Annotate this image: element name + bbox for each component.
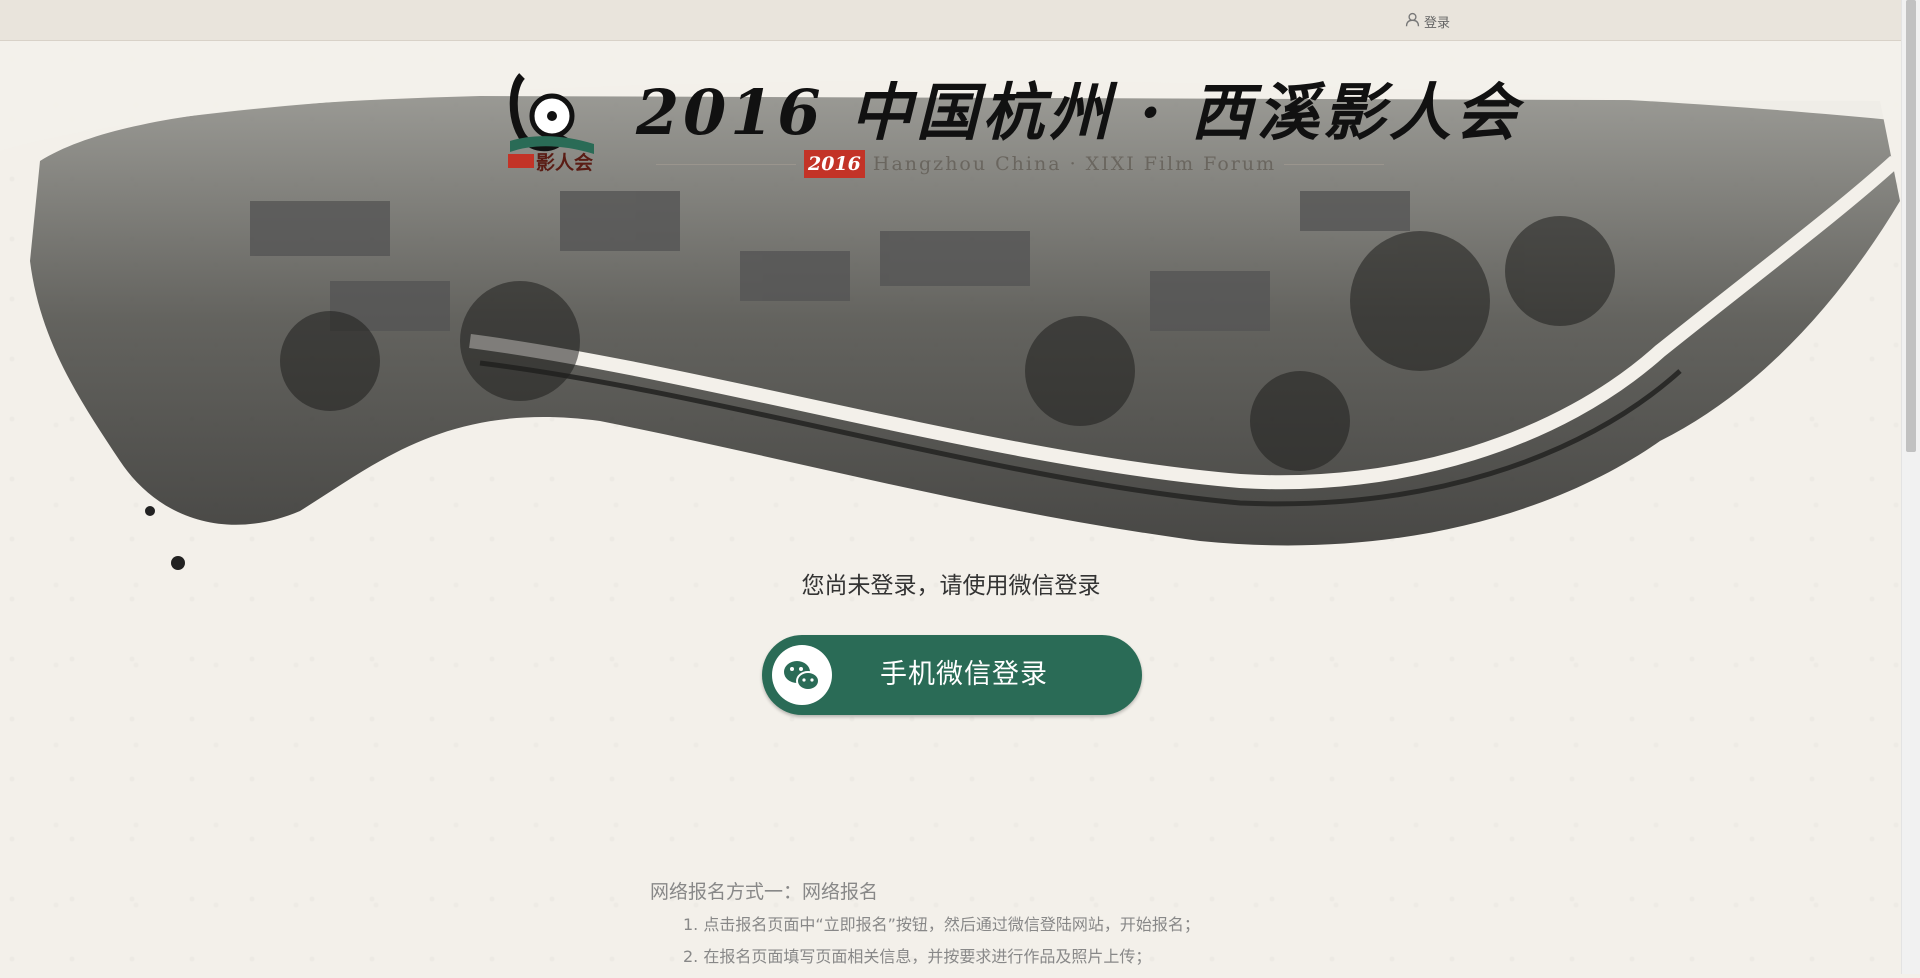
logo-caption: 影人会 <box>536 152 594 174</box>
year-stamp: 2016 <box>804 150 865 178</box>
login-notice: 您尚未登录，请使用微信登录 <box>801 573 1101 599</box>
registration-section-title: 网络报名方式一：网络报名 <box>650 881 879 903</box>
list-item: 2. 在报名页面填写页面相关信息，并按要求进行作品及照片上传； <box>683 947 1152 966</box>
vertical-scrollbar[interactable] <box>1901 0 1920 974</box>
english-subtitle: Hangzhou China · XIXI Film Forum <box>872 153 1277 175</box>
page-title: 2016 中国杭州 · 西溪影人会 <box>636 76 1521 149</box>
subtitle-rule-left <box>656 163 796 165</box>
subtitle-rule-right <box>1284 163 1385 165</box>
user-icon <box>1404 11 1421 32</box>
login-link[interactable]: 登录 <box>1404 11 1450 32</box>
wechat-icon <box>772 645 832 705</box>
wechat-login-label: 手机微信登录 <box>880 659 1048 690</box>
list-item: 1. 点击报名页面中“立即报名”按钮，然后通过微信登陆网站，开始报名； <box>683 915 1200 934</box>
registration-steps: 1. 点击报名页面中“立即报名”按钮，然后通过微信登陆网站，开始报名； 2. 在… <box>683 914 1200 978</box>
login-label: 登录 <box>1424 16 1451 31</box>
wechat-login-button[interactable]: 手机微信登录 <box>762 635 1142 715</box>
top-bar: 登录 <box>0 0 1902 41</box>
scrollbar-thumb[interactable] <box>1906 0 1916 452</box>
subtitle-row: 2016 Hangzhou China · XIXI Film Forum <box>656 150 1385 178</box>
